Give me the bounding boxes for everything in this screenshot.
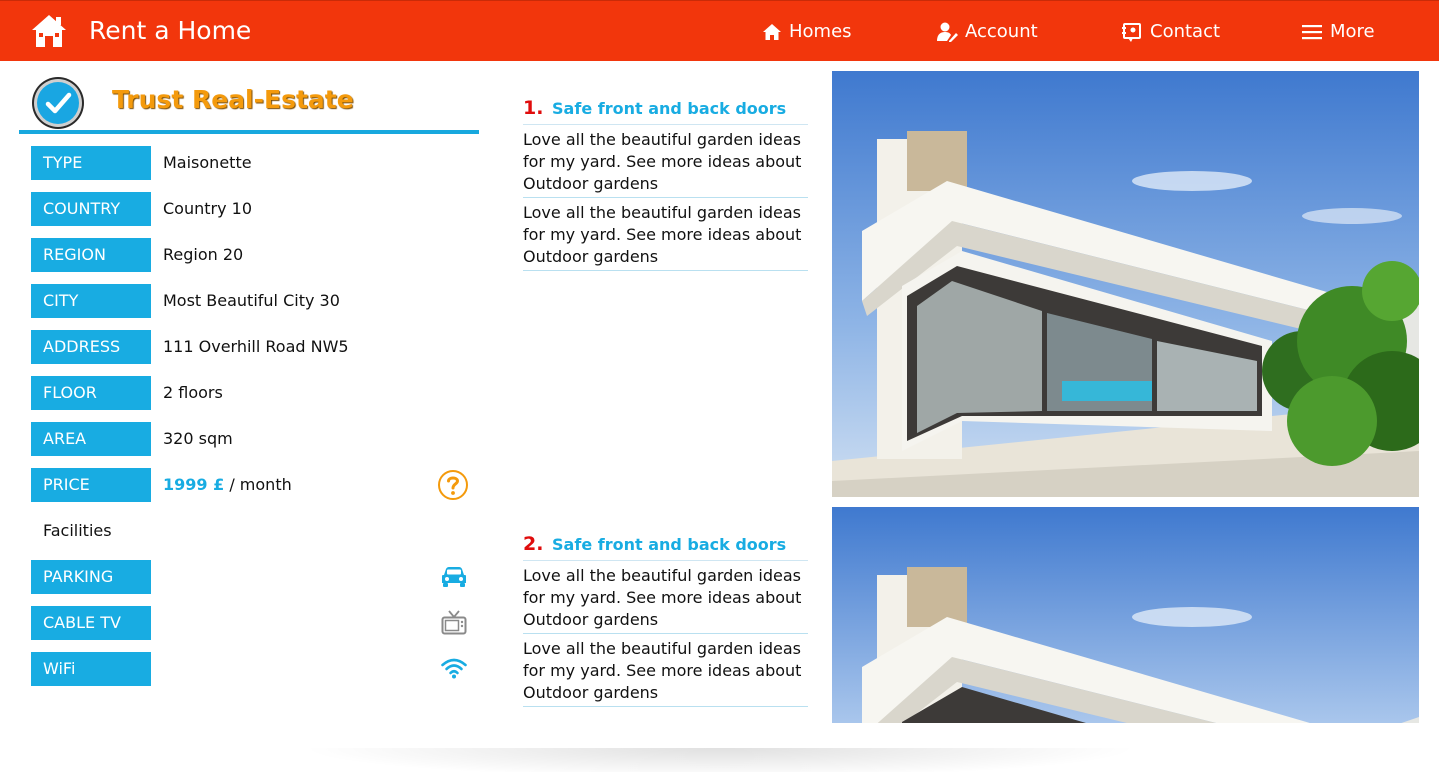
feature-title[interactable]: 2. Safe front and back doors xyxy=(523,531,808,561)
detail-row-area: AREA 320 sqm xyxy=(31,422,481,456)
detail-value: Region 20 xyxy=(163,245,244,264)
detail-value: 2 floors xyxy=(163,383,223,402)
top-navigation-bar: Rent a Home Homes Account Contact More xyxy=(0,0,1439,61)
detail-row-address: ADDRESS 111 Overhill Road NW5 xyxy=(31,330,481,364)
car-icon xyxy=(442,567,466,587)
detail-label: REGION xyxy=(31,238,151,272)
detail-value: 320 sqm xyxy=(163,429,233,448)
feature-number: 1. xyxy=(523,97,544,119)
nav-contact-label: Contact xyxy=(1150,21,1221,42)
brand[interactable]: Rent a Home xyxy=(30,13,251,49)
tv-icon xyxy=(441,610,467,635)
price-amount: 1999 £ xyxy=(163,475,225,494)
home-logo-icon xyxy=(32,15,66,47)
price-value: 1999 £ / month xyxy=(163,468,292,502)
nav-account-label: Account xyxy=(965,21,1038,42)
feature-block: 2. Safe front and back doors Love all th… xyxy=(523,531,808,707)
nav-more-label: More xyxy=(1330,21,1375,42)
detail-row-region: REGION Region 20 xyxy=(31,238,481,272)
feature-number: 2. xyxy=(523,533,544,555)
house-photo[interactable] xyxy=(832,507,1419,723)
menu-icon xyxy=(1302,24,1322,39)
feature-description: Love all the beautiful garden ideas for … xyxy=(523,125,808,198)
house-photo-illustration xyxy=(832,507,1419,723)
price-period: / month xyxy=(229,475,292,494)
house-photo[interactable] xyxy=(832,71,1419,497)
nav-contact[interactable]: Contact xyxy=(1121,1,1220,62)
agency-header: Trust Real-Estate xyxy=(19,72,479,134)
detail-label: CITY xyxy=(31,284,151,318)
detail-value: Maisonette xyxy=(163,153,252,172)
feature-title[interactable]: 1. Safe front and back doors xyxy=(523,95,808,125)
detail-row-price: PRICE 1999 £ / month xyxy=(31,468,481,502)
feature-description: Love all the beautiful garden ideas for … xyxy=(523,198,808,271)
detail-value: Most Beautiful City 30 xyxy=(163,291,340,310)
facility-row-wifi: WiFi xyxy=(31,652,481,686)
nav-homes[interactable]: Homes xyxy=(762,1,852,62)
facility-label: PARKING xyxy=(31,560,151,594)
detail-label: ADDRESS xyxy=(31,330,151,364)
nav-account[interactable]: Account xyxy=(936,1,1038,62)
home-icon xyxy=(763,23,781,40)
detail-value: 111 Overhill Road NW5 xyxy=(163,337,349,356)
detail-row-type: TYPE Maisonette xyxy=(31,146,481,180)
question-circle-icon[interactable] xyxy=(437,469,469,501)
feature-description: Love all the beautiful garden ideas for … xyxy=(523,561,808,634)
feature-description: Love all the beautiful garden ideas for … xyxy=(523,634,808,707)
facility-label: WiFi xyxy=(31,652,151,686)
feature-block: 1. Safe front and back doors Love all th… xyxy=(523,95,808,271)
detail-row-city: CITY Most Beautiful City 30 xyxy=(31,284,481,318)
house-photo-illustration xyxy=(832,71,1419,497)
detail-label: FLOOR xyxy=(31,376,151,410)
detail-label: PRICE xyxy=(31,468,151,502)
agency-name: Trust Real-Estate xyxy=(112,85,354,114)
detail-label: COUNTRY xyxy=(31,192,151,226)
facilities-heading: Facilities xyxy=(43,521,112,540)
feature-title-text: Safe front and back doors xyxy=(552,535,787,554)
feature-title-text: Safe front and back doors xyxy=(552,99,787,118)
facility-label: CABLE TV xyxy=(31,606,151,640)
facility-row-parking: PARKING xyxy=(31,560,481,594)
detail-label: AREA xyxy=(31,422,151,456)
wifi-icon xyxy=(441,658,467,679)
nav-homes-label: Homes xyxy=(789,21,852,42)
detail-row-country: COUNTRY Country 10 xyxy=(31,192,481,226)
detail-value: Country 10 xyxy=(163,199,253,218)
contact-book-icon xyxy=(1122,22,1141,42)
facility-row-cable-tv: CABLE TV xyxy=(31,606,481,640)
user-edit-icon xyxy=(937,22,958,42)
detail-label: TYPE xyxy=(31,146,151,180)
detail-row-floor: FLOOR 2 floors xyxy=(31,376,481,410)
check-circle-icon xyxy=(32,77,84,129)
brand-title: Rent a Home xyxy=(89,16,252,45)
nav-more[interactable]: More xyxy=(1301,1,1375,62)
footer-shadow xyxy=(300,748,1140,772)
